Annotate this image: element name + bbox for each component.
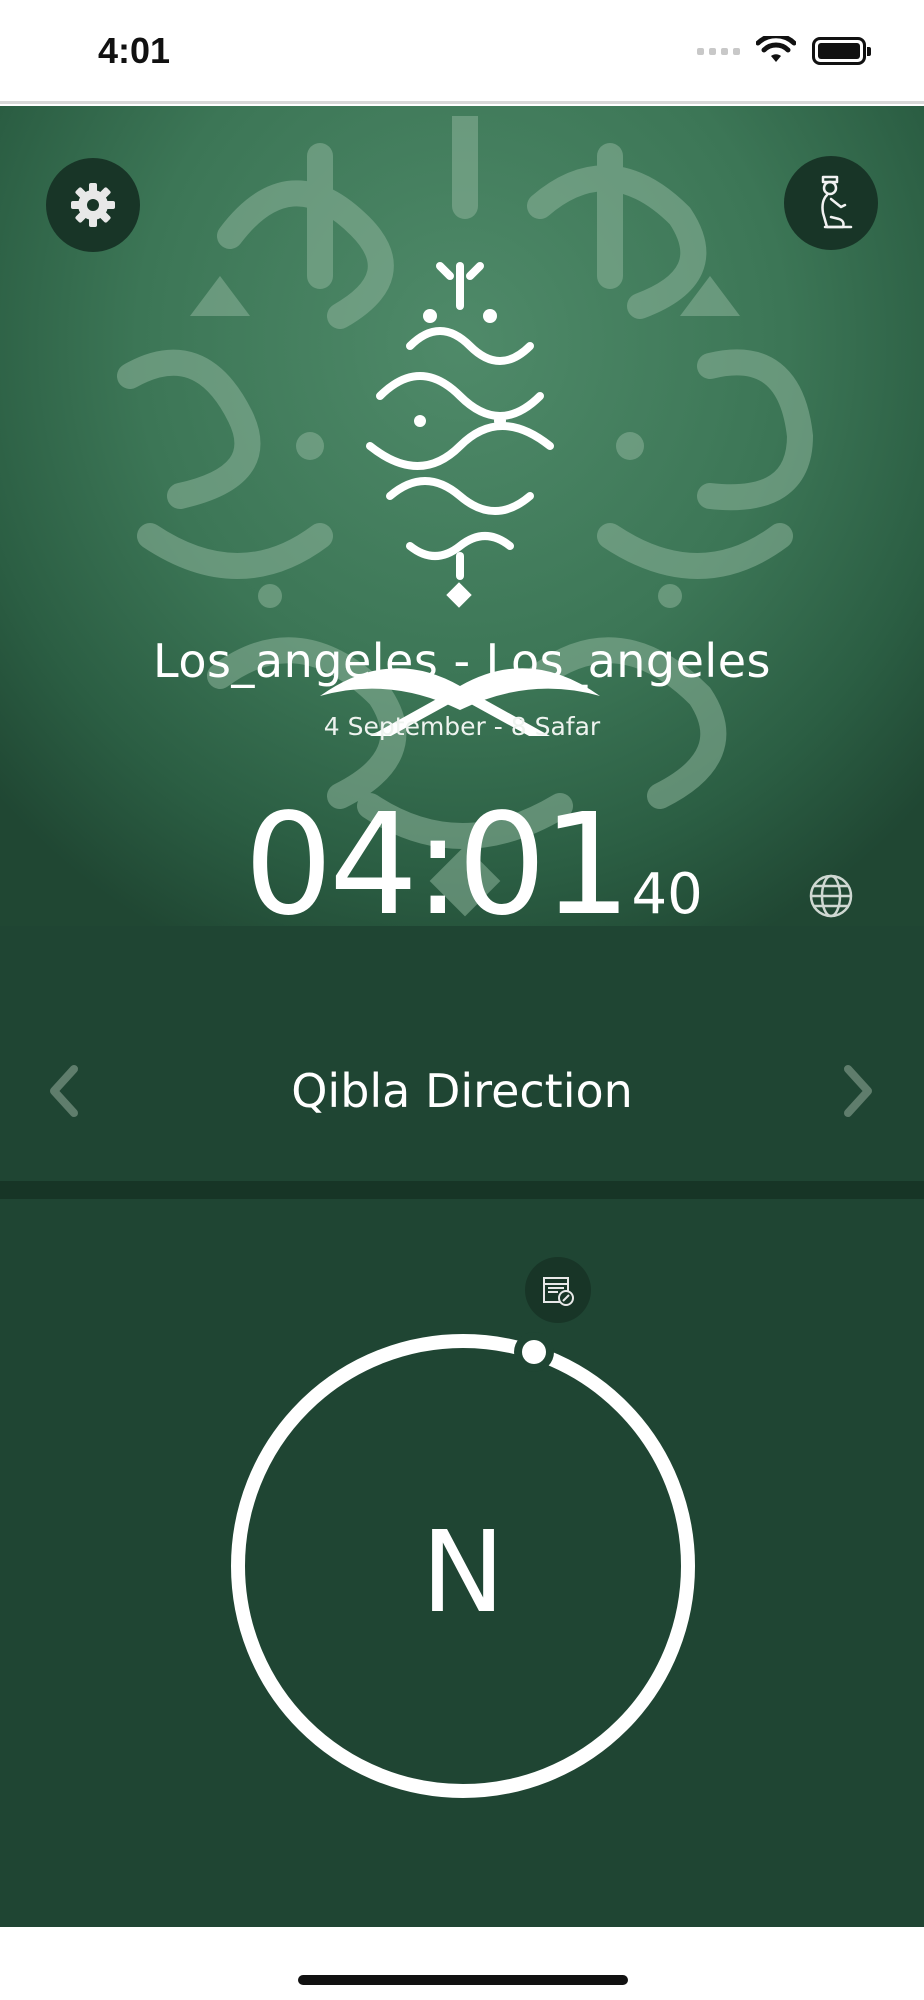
status-time: 4:01 xyxy=(98,30,171,71)
clock-hours-minutes: 04:01 xyxy=(244,784,631,947)
settings-button[interactable] xyxy=(46,158,140,252)
praying-man-icon xyxy=(821,175,853,229)
qibla-compass-panel: N xyxy=(0,1199,924,1927)
header-panel: Los_angeles - Los_angeles 4 September - … xyxy=(0,106,924,1181)
kaaba-icon xyxy=(543,1277,574,1306)
status-indicators xyxy=(697,34,871,68)
home-indicator[interactable] xyxy=(298,1975,628,1985)
current-time: 04:0140 xyxy=(244,796,703,936)
cellular-signal-icon xyxy=(697,47,740,55)
kaaba-button[interactable] xyxy=(525,1257,591,1323)
gear-icon xyxy=(71,183,115,227)
location-label: Los_angeles - Los_angeles xyxy=(153,634,771,688)
prayer-button[interactable] xyxy=(784,156,878,250)
status-bar: 4:01 xyxy=(0,0,924,104)
battery-icon xyxy=(812,37,871,65)
section-divider xyxy=(0,1181,924,1199)
globe-icon[interactable] xyxy=(808,873,854,919)
wifi-icon xyxy=(756,36,796,62)
compass-north-label: N xyxy=(421,1508,505,1638)
home-area xyxy=(0,1927,924,2000)
date-label: 4 September - 8 Safar xyxy=(323,712,601,741)
section-title: Qibla Direction xyxy=(291,1064,633,1118)
clock-seconds: 40 xyxy=(631,862,703,927)
header-bottom-band xyxy=(0,926,924,1181)
chevron-right-icon[interactable] xyxy=(838,1061,878,1121)
